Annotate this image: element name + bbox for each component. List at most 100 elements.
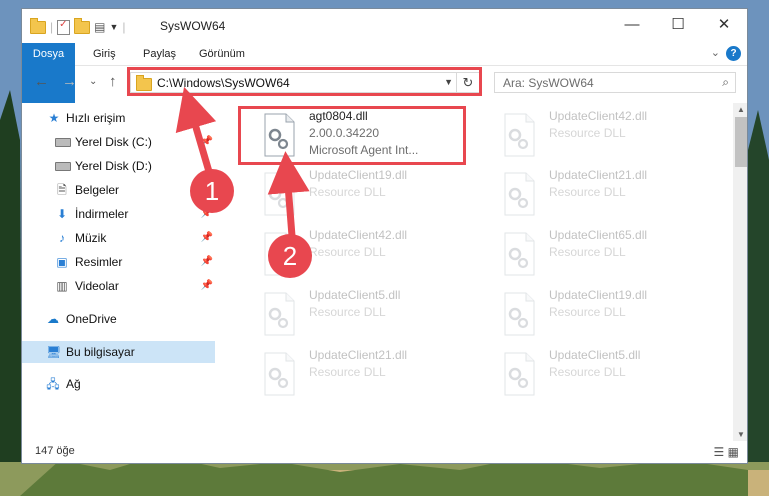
file-name: UpdateClient65.dll [549,228,648,242]
item-count: 147 öğe [35,445,75,457]
music-icon: ♪ [59,231,65,245]
file-detail: Resource DLL [309,305,386,319]
file-item[interactable]: UpdateClient19.dll Resource DLL [502,286,727,346]
file-detail: Resource DLL [549,305,626,319]
pin-icon[interactable]: 📌 [201,227,213,249]
disk-icon [55,159,71,173]
documents-icon: 🗎 [57,183,67,197]
download-icon: ⬇ [56,207,68,221]
sidebar-item-network[interactable]: 🖧 Ağ [22,373,215,395]
network-icon: 🖧 [46,377,60,391]
file-name: UpdateClient5.dll [549,348,641,362]
file-item[interactable]: UpdateClient21.dll Resource DLL [262,346,487,406]
file-item[interactable]: UpdateClient21.dll Resource DLL [502,166,727,226]
properties-icon[interactable] [57,19,71,35]
sidebar-item-pictures[interactable]: ▣ Resimler 📌 [22,251,215,273]
expand-ribbon-icon[interactable]: ⌄ [711,46,720,59]
file-name: UpdateClient19.dll [309,168,408,182]
pin-icon[interactable]: 📌 [201,131,213,153]
search-input[interactable]: Ara: SysWOW64 ⌕ [494,72,736,93]
file-detail: Resource DLL [549,245,626,259]
dll-file-icon [262,352,296,396]
star-icon: ★ [48,111,60,125]
toolbar-separator: | [50,20,54,34]
sidebar-item-label: Bu bilgisayar [66,345,135,359]
sidebar-item-videos[interactable]: ▥ Videolar 📌 [22,275,215,297]
tab-view[interactable]: Görünüm [199,43,245,65]
sidebar-item-music[interactable]: ♪ Müzik 📌 [22,227,215,249]
recent-locations-button[interactable]: ⌄ [89,76,97,87]
scrollbar-thumb[interactable] [735,117,747,167]
pin-icon[interactable]: 📌 [201,275,213,297]
file-name: UpdateClient21.dll [309,348,408,362]
file-item[interactable]: UpdateClient42.dll Resource DLL [502,107,727,167]
file-detail: Resource DLL [309,185,386,199]
maximize-button[interactable]: ☐ [655,9,701,41]
view-toggle: ☰ ▦ [714,445,739,459]
sidebar-item-local-disk-d[interactable]: Yerel Disk (D:) [22,155,215,177]
sidebar-item-label: İndirmeler [75,207,129,221]
sidebar-item-documents[interactable]: 🗎 Belgeler [22,179,215,201]
search-placeholder: Ara: SysWOW64 [503,76,594,90]
sidebar-item-local-disk-c[interactable]: Yerel Disk (C:) 📌 [22,131,215,153]
large-icons-view-icon[interactable]: ▦ [728,445,739,459]
search-icon[interactable]: ⌕ [722,75,729,90]
sidebar-item-label: Belgeler [75,183,120,197]
file-detail: Resource DLL [549,365,626,379]
status-bar: 147 öğe ☰ ▦ [22,441,747,463]
file-name: UpdateClient42.dll [549,109,648,123]
sidebar-item-quick-access[interactable]: ★ Hızlı erişim [22,107,215,129]
file-item[interactable]: UpdateClient19.dll Resource DLL [262,166,487,226]
file-item[interactable]: UpdateClient5.dll Resource DLL [262,286,487,346]
up-button[interactable]: ↑ [109,73,117,90]
window-title: SysWOW64 [160,19,226,33]
file-detail: Resource DLL [309,365,386,379]
sidebar-item-label: OneDrive [66,312,117,326]
file-highlight [238,106,466,165]
minimize-button[interactable]: — [609,9,655,41]
details-view-icon[interactable]: ☰ [714,445,725,459]
sidebar-item-downloads[interactable]: ⬇ İndirmeler 📌 [22,203,215,225]
scroll-up-icon[interactable]: ▲ [733,105,747,114]
tab-home[interactable]: Giriş [93,43,116,65]
computer-icon: 🖥 [46,345,62,359]
dll-file-icon [502,113,536,157]
disk-icon [55,135,71,149]
vertical-scrollbar[interactable]: ▲ ▼ [733,103,747,441]
title-bar: | ▤ ▼ | SysWOW64 — ☐ ✕ [22,9,747,43]
dll-file-icon [502,232,536,276]
close-button[interactable]: ✕ [701,9,747,41]
pictures-icon: ▣ [56,255,68,269]
file-name: UpdateClient42.dll [309,228,408,242]
file-name: UpdateClient21.dll [549,168,648,182]
sidebar-item-this-pc[interactable]: 🖥 Bu bilgisayar [22,341,215,363]
file-name: UpdateClient19.dll [549,288,648,302]
navigation-pane: ★ Hızlı erişim Yerel Disk (C:) 📌 Yerel D… [22,103,215,441]
folder-icon [30,17,46,34]
ribbon-tabs: Dosya Giriş Paylaş Görünüm ⌄ ? [22,43,747,103]
cloud-icon: ☁ [47,312,59,326]
scroll-down-icon[interactable]: ▼ [733,430,747,439]
file-name: UpdateClient5.dll [309,288,401,302]
step-badge-2: 2 [268,234,312,278]
view-options-icon[interactable]: ▤ [94,20,105,34]
chevron-down-icon[interactable]: ▼ [109,22,118,32]
file-detail: Resource DLL [549,126,626,140]
forward-button[interactable]: → [62,73,77,90]
sidebar-item-onedrive[interactable]: ☁ OneDrive [22,308,215,330]
back-button[interactable]: ← [34,73,49,90]
toolbar-separator: | [122,20,126,34]
tab-share[interactable]: Paylaş [143,43,176,65]
sidebar-item-label: Resimler [75,255,123,269]
quick-access-toolbar: | ▤ ▼ | [30,17,126,36]
new-folder-icon[interactable] [74,17,91,34]
dll-file-icon [502,172,536,216]
file-item[interactable]: UpdateClient65.dll Resource DLL [502,226,727,286]
pin-icon[interactable]: 📌 [201,251,213,273]
sidebar-item-label: Ağ [66,377,81,391]
dll-file-icon [262,172,296,216]
dll-file-icon [502,352,536,396]
file-item[interactable]: UpdateClient5.dll Resource DLL [502,346,727,406]
help-icon[interactable]: ? [726,46,741,61]
videos-icon: ▥ [56,279,68,293]
